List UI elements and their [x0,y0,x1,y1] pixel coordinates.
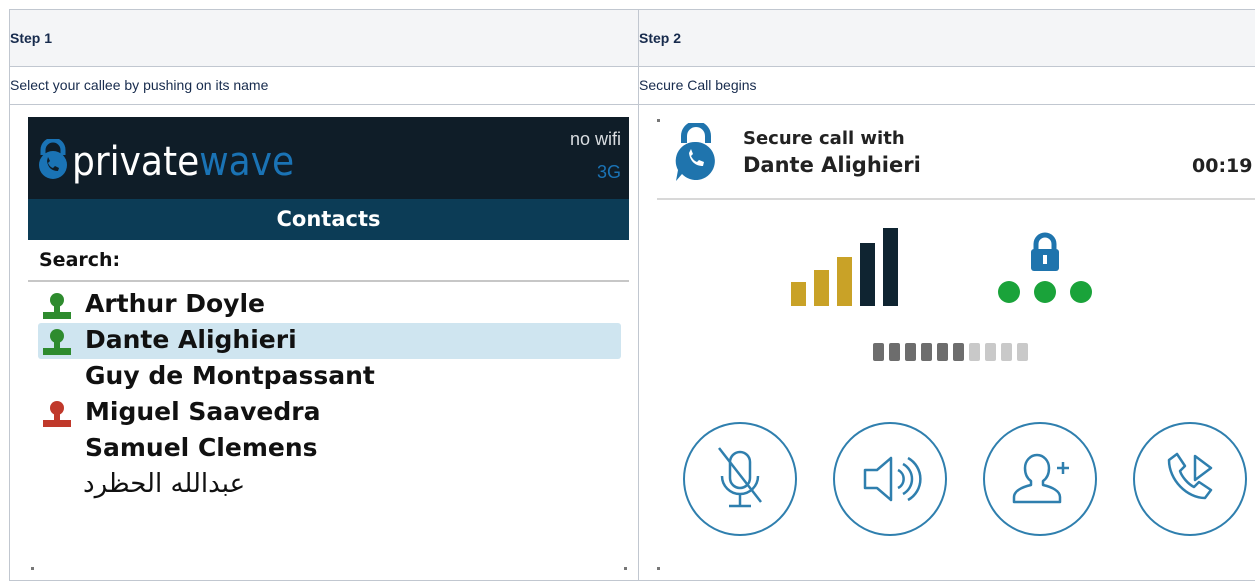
privatewave-logo-icon [36,139,70,179]
user-online-icon [41,328,73,356]
screen-corner-mark [624,567,627,570]
step2-header: Step 2 [639,10,1255,67]
screen-corner-mark [31,567,34,570]
user-busy-icon [41,400,73,428]
transfer-call-button[interactable] [1133,422,1247,536]
screen-corner-mark [657,567,660,570]
contact-list: Arthur Doyle Dante Alighieri Guy de Mont… [38,287,621,503]
contact-item[interactable]: Miguel Saavedra [38,395,621,431]
phone-forward-icon [1135,424,1245,534]
phone-contacts-screen: privatewave no wifi 3G Contacts Search: … [28,117,629,580]
mute-button[interactable] [683,422,797,536]
step1-screenshot: privatewave no wifi 3G Contacts Search: … [10,105,639,581]
speaker-button[interactable] [833,422,947,536]
call-status-label: Secure call with [743,128,905,149]
step1-description: Select your callee by pushing on its nam… [10,67,639,105]
phone-call-screen: Secure call with Dante Alighieri 00:19 [651,117,1255,580]
mic-muted-icon [685,424,795,534]
network-type: 3G [597,162,621,183]
user-online-icon [41,292,73,320]
contact-item[interactable]: Guy de Montpassant [38,359,621,395]
contact-item-selected[interactable]: Dante Alighieri [38,323,621,359]
screen-title: Contacts [28,199,629,240]
add-user-icon [985,424,1095,534]
step2-description: Secure Call begins [639,67,1255,105]
steps-table: Step 1 Step 2 Select your callee by push… [9,9,1255,581]
step2-screenshot: Secure call with Dante Alighieri 00:19 [639,105,1255,581]
search-label[interactable]: Search: [39,249,120,271]
divider [28,280,629,282]
divider [657,198,1255,200]
callee-name: Dante Alighieri [743,153,921,177]
contact-item[interactable]: Samuel Clemens [38,431,621,467]
add-participant-button[interactable] [983,422,1097,536]
audio-level-meter [873,341,1039,363]
screen-corner-mark [657,119,660,122]
speaker-icon [835,424,945,534]
call-timer: 00:19 [1192,155,1252,177]
privatewave-logo: privatewave [72,139,294,185]
signal-strength-icon [791,228,903,306]
app-header: privatewave no wifi 3G [28,117,629,199]
secure-call-icon [674,123,718,183]
wifi-status: no wifi [570,129,621,150]
secure-connection-icon [997,230,1093,304]
contact-item[interactable]: عبدالله الحظرد [38,467,621,503]
step1-header: Step 1 [10,10,639,67]
contact-item[interactable]: Arthur Doyle [38,287,621,323]
